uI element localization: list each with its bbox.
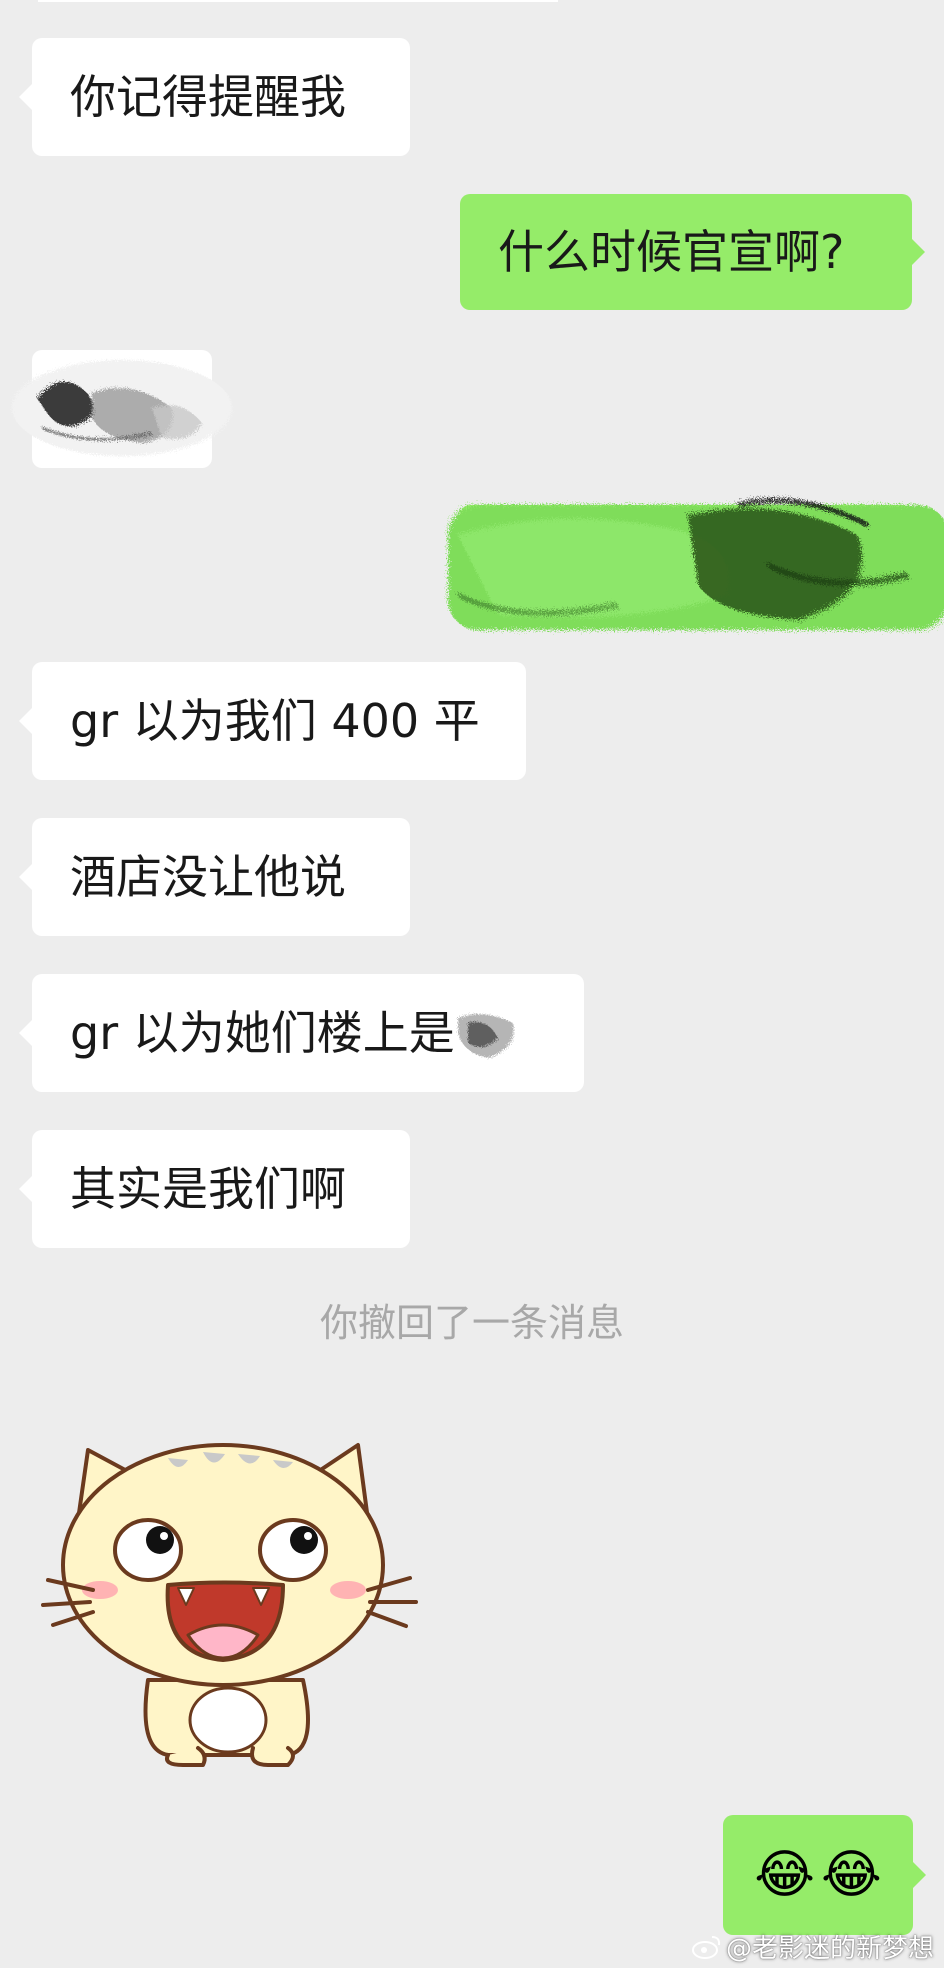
message-text: 酒店没让他说 bbox=[70, 850, 346, 904]
message-bubble-right[interactable]: 😂 😂 bbox=[723, 1815, 926, 1935]
message-bubble-right[interactable]: 什么时候官宣啊? bbox=[460, 194, 925, 310]
scribble-redaction bbox=[448, 498, 944, 630]
message-bubble-left[interactable]: 酒店没让他说 bbox=[19, 818, 410, 936]
message-text: 什么时候官宣啊? bbox=[498, 225, 845, 279]
laughing-cat-sticker[interactable] bbox=[38, 1430, 418, 1770]
message-text: 其实是我们啊 bbox=[70, 1162, 346, 1216]
tears-of-joy-emoji: 😂 bbox=[754, 1845, 815, 1905]
redacted-message-left[interactable] bbox=[12, 350, 232, 468]
message-text: gr 以为我们 400 平 bbox=[70, 694, 480, 748]
previous-message-edge bbox=[38, 0, 558, 2]
scribble-redaction bbox=[12, 360, 232, 456]
message-text: gr 以为她们楼上是 bbox=[70, 1006, 455, 1060]
weibo-icon bbox=[691, 1935, 721, 1959]
watermark: @老影迷的新梦想 bbox=[691, 1928, 934, 1965]
recall-notice: 你撤回了一条消息 bbox=[319, 1301, 624, 1345]
scribble-redaction bbox=[457, 1014, 514, 1058]
message-text: 你记得提醒我 bbox=[70, 70, 346, 124]
message-bubble-left[interactable]: gr 以为我们 400 平 bbox=[19, 662, 526, 780]
message-bubble-left[interactable]: 你记得提醒我 bbox=[19, 38, 410, 156]
message-bubble-left[interactable]: 其实是我们啊 bbox=[19, 1130, 410, 1248]
redacted-message-right[interactable] bbox=[448, 498, 944, 630]
watermark-text: @老影迷的新梦想 bbox=[725, 1934, 934, 1964]
message-bubble-left[interactable]: gr 以为她们楼上是 bbox=[19, 974, 584, 1092]
tears-of-joy-emoji: 😂 bbox=[821, 1845, 882, 1905]
